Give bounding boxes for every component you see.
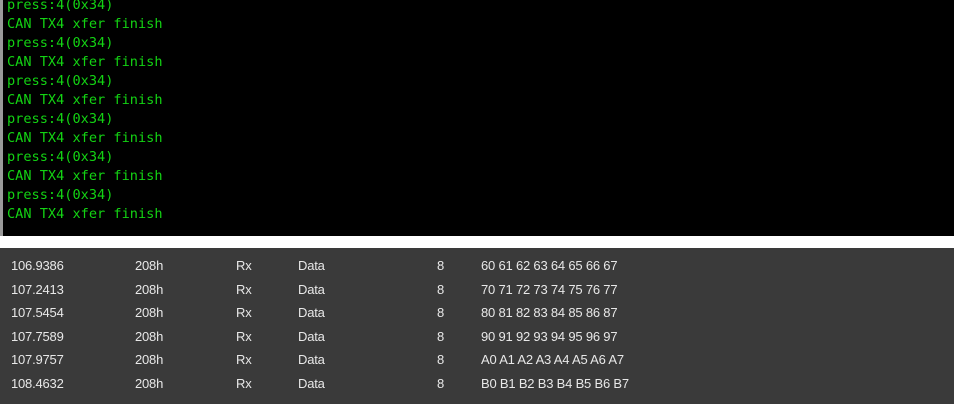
data-bytes-cell: 90 91 92 93 94 95 96 97 bbox=[481, 328, 618, 344]
terminal-line: CAN TX4 xfer finish bbox=[7, 16, 163, 32]
dlc-cell: 8 bbox=[437, 305, 445, 320]
dlc-cell: 8 bbox=[437, 375, 445, 391]
terminal-lines: press:4(0x34) CAN TX4 xfer finish press:… bbox=[3, 0, 954, 224]
frame-type-cell: Data bbox=[298, 352, 325, 367]
id-cell: 208h bbox=[135, 328, 164, 344]
can-message-table: 106.9386 208h Rx Data 8 60 61 62 63 64 6… bbox=[0, 248, 954, 404]
frame-type-cell: Data bbox=[298, 305, 325, 320]
terminal-line: CAN TX4 xfer finish bbox=[7, 92, 163, 108]
frame-type-cell: Data bbox=[298, 375, 325, 391]
id-cell: 208h bbox=[135, 352, 164, 367]
terminal-line: press:4(0x34) bbox=[7, 35, 114, 51]
dlc-cell: 8 bbox=[437, 281, 445, 297]
direction-cell: Rx bbox=[236, 258, 252, 273]
frame-type-cell: Data bbox=[298, 328, 325, 344]
data-bytes-cell: B0 B1 B2 B3 B4 B5 B6 B7 bbox=[481, 375, 629, 391]
direction-cell: Rx bbox=[236, 352, 252, 367]
table-row[interactable]: 108.4632 208h Rx Data 8 B0 B1 B2 B3 B4 B… bbox=[0, 372, 954, 396]
time-cell: 106.9386 bbox=[11, 258, 64, 273]
table-row[interactable]: 107.9757 208h Rx Data 8 A0 A1 A2 A3 A4 A… bbox=[0, 348, 954, 372]
time-cell: 108.4632 bbox=[11, 375, 64, 391]
data-bytes-cell: 80 81 82 83 84 85 86 87 bbox=[481, 305, 618, 320]
panel-separator bbox=[0, 236, 954, 248]
terminal-line: CAN TX4 xfer finish bbox=[7, 130, 163, 146]
id-cell: 208h bbox=[135, 305, 164, 320]
direction-cell: Rx bbox=[236, 305, 252, 320]
data-bytes-cell: A0 A1 A2 A3 A4 A5 A6 A7 bbox=[481, 352, 624, 367]
dlc-cell: 8 bbox=[437, 258, 445, 273]
direction-cell: Rx bbox=[236, 281, 252, 297]
terminal-line: CAN TX4 xfer finish bbox=[7, 206, 163, 222]
terminal-line: CAN TX4 xfer finish bbox=[7, 168, 163, 184]
terminal-line: press:4(0x34) bbox=[7, 73, 114, 89]
terminal-line: press:4(0x34) bbox=[7, 111, 114, 127]
time-cell: 107.9757 bbox=[11, 352, 64, 367]
table-row[interactable]: 107.2413 208h Rx Data 8 70 71 72 73 74 7… bbox=[0, 278, 954, 302]
table-row[interactable]: 107.7589 208h Rx Data 8 90 91 92 93 94 9… bbox=[0, 325, 954, 349]
terminal-line: press:4(0x34) bbox=[7, 0, 114, 13]
id-cell: 208h bbox=[135, 281, 164, 297]
direction-cell: Rx bbox=[236, 328, 252, 344]
id-cell: 208h bbox=[135, 258, 164, 273]
time-cell: 107.7589 bbox=[11, 328, 64, 344]
serial-terminal-output[interactable]: press:4(0x34) CAN TX4 xfer finish press:… bbox=[0, 0, 954, 236]
dlc-cell: 8 bbox=[437, 352, 445, 367]
id-cell: 208h bbox=[135, 375, 164, 391]
data-bytes-cell: 70 71 72 73 74 75 76 77 bbox=[481, 281, 618, 297]
terminal-line: press:4(0x34) bbox=[7, 149, 114, 165]
direction-cell: Rx bbox=[236, 375, 252, 391]
table-row[interactable]: 106.9386 208h Rx Data 8 60 61 62 63 64 6… bbox=[0, 254, 954, 278]
dlc-cell: 8 bbox=[437, 328, 445, 344]
terminal-line: CAN TX4 xfer finish bbox=[7, 54, 163, 70]
time-cell: 107.2413 bbox=[11, 281, 64, 297]
table-row[interactable]: 107.5454 208h Rx Data 8 80 81 82 83 84 8… bbox=[0, 301, 954, 325]
terminal-line: press:4(0x34) bbox=[7, 187, 114, 203]
time-cell: 107.5454 bbox=[11, 305, 64, 320]
data-bytes-cell: 60 61 62 63 64 65 66 67 bbox=[481, 258, 618, 273]
frame-type-cell: Data bbox=[298, 281, 325, 297]
frame-type-cell: Data bbox=[298, 258, 325, 273]
